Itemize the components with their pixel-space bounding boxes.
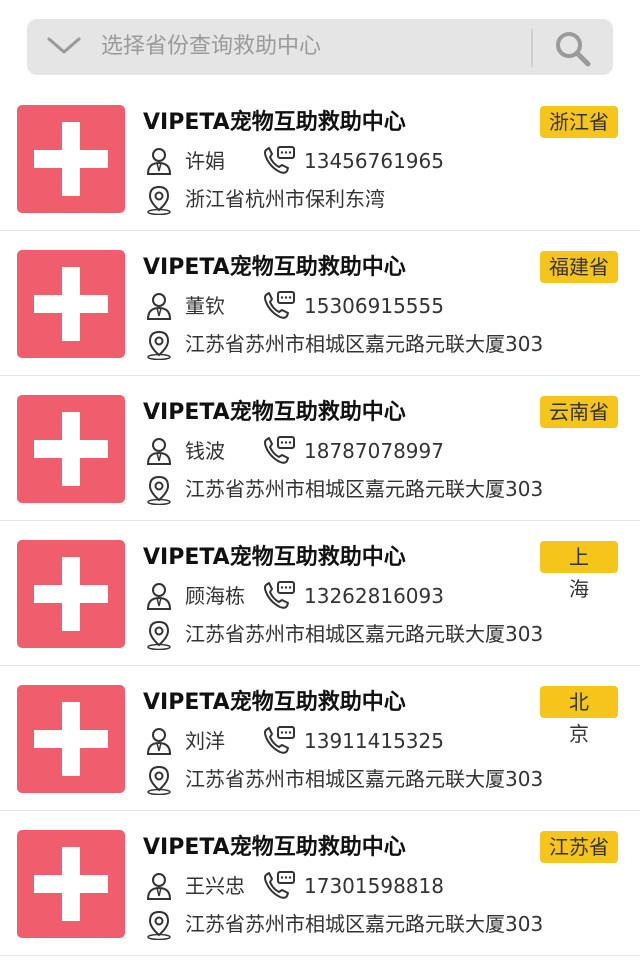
location-pin-icon [147,330,171,360]
list-item[interactable]: VIPETA宠物互助救助中心 上海 顾海栋 13262816093 江苏省苏州市… [0,521,640,666]
medical-cross-icon [17,685,125,793]
search-divider [531,29,533,67]
phone-icon[interactable] [262,870,296,900]
province-badge: 福建省 [540,251,618,283]
location-pin-icon [147,620,171,650]
list-item[interactable]: VIPETA宠物互助救助中心 云南省 钱波 18787078997 江苏省苏州市… [0,376,640,521]
province-badge: 上海 [540,541,618,601]
location-pin-icon [147,475,171,505]
medical-cross-icon [17,105,125,213]
person-icon [146,873,172,900]
contact-name: 钱波 [185,439,225,463]
list-item[interactable]: VIPETA宠物互助救助中心 福建省 董钦 15306915555 江苏省苏州市… [0,231,640,376]
list-item[interactable]: VIPETA宠物互助救助中心 江苏省 王兴忠 17301598818 江苏省苏州… [0,811,640,956]
province-badge: 浙江省 [540,106,618,138]
address: 浙江省杭州市保利东湾 [185,187,385,211]
search-icon[interactable] [552,28,592,68]
center-title: VIPETA宠物互助救助中心 [143,690,406,715]
person-icon [146,728,172,755]
contact-phone[interactable]: 13456761965 [304,147,444,175]
province-badge: 北京 [540,686,618,746]
person-icon [146,293,172,320]
medical-cross-icon [17,395,125,503]
list-item[interactable]: VIPETA宠物互助救助中心 浙江省 许娟 13456761965 浙江省杭州市… [0,86,640,231]
contact-name: 王兴忠 [185,874,245,898]
location-pin-icon [147,765,171,795]
list-item[interactable]: VIPETA宠物互助救助中心 北京 刘洋 13911415325 江苏省苏州市相… [0,666,640,811]
contact-phone[interactable]: 13911415325 [304,727,444,755]
contact-name: 顾海栋 [185,584,245,608]
address: 江苏省苏州市相城区嘉元路元联大厦303 [185,477,544,501]
center-title: VIPETA宠物互助救助中心 [143,255,406,280]
center-title: VIPETA宠物互助救助中心 [143,835,406,860]
location-pin-icon [147,910,171,940]
contact-name: 许娟 [185,149,225,173]
contact-phone[interactable]: 18787078997 [304,437,444,465]
contact-phone[interactable]: 17301598818 [304,872,444,900]
contact-phone[interactable]: 15306915555 [304,292,444,320]
contact-name: 董钦 [185,294,225,318]
search-placeholder[interactable]: 选择省份查询救助中心 [101,28,321,66]
province-badge: 江苏省 [540,831,618,863]
medical-cross-icon [17,830,125,938]
province-badge: 云南省 [540,396,618,428]
rescue-center-list: VIPETA宠物互助救助中心 浙江省 许娟 13456761965 浙江省杭州市… [0,86,640,956]
phone-icon[interactable] [262,290,296,320]
address: 江苏省苏州市相城区嘉元路元联大厦303 [185,622,544,646]
center-title: VIPETA宠物互助救助中心 [143,110,406,135]
chevron-down-icon[interactable] [46,36,82,56]
phone-icon[interactable] [262,435,296,465]
center-title: VIPETA宠物互助救助中心 [143,545,406,570]
address: 江苏省苏州市相城区嘉元路元联大厦303 [185,332,544,356]
medical-cross-icon [17,540,125,648]
address: 江苏省苏州市相城区嘉元路元联大厦303 [185,767,544,791]
person-icon [146,438,172,465]
phone-icon[interactable] [262,725,296,755]
person-icon [146,583,172,610]
contact-name: 刘洋 [185,729,225,753]
center-title: VIPETA宠物互助救助中心 [143,400,406,425]
phone-icon[interactable] [262,145,296,175]
person-icon [146,148,172,175]
medical-cross-icon [17,250,125,358]
phone-icon[interactable] [262,580,296,610]
contact-phone[interactable]: 13262816093 [304,582,444,610]
location-pin-icon [147,185,171,215]
address: 江苏省苏州市相城区嘉元路元联大厦303 [185,912,544,936]
